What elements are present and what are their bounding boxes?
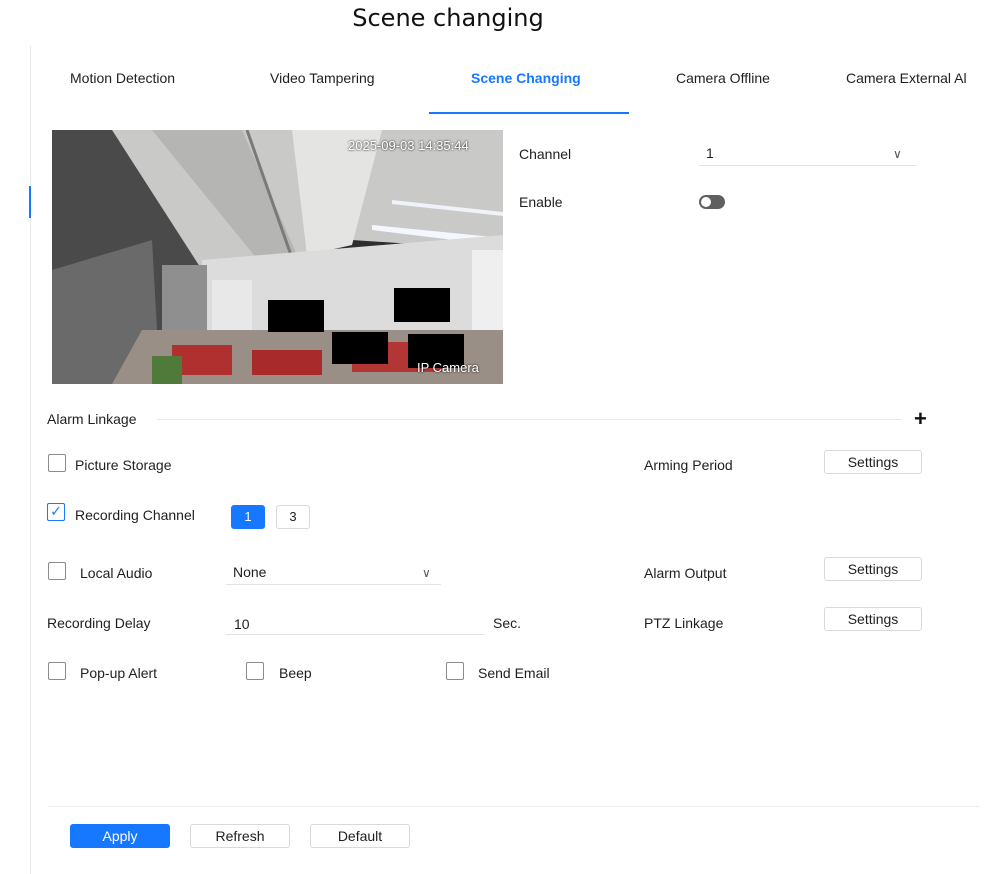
section-divider <box>157 419 901 420</box>
camera-preview: 2025-09-03 14:35:44 IP Camera <box>52 130 503 384</box>
enable-label: Enable <box>519 194 563 210</box>
recording-channel-chip-1[interactable]: 1 <box>231 505 265 529</box>
preview-timestamp: 2025-09-03 14:35:44 <box>348 138 469 153</box>
checkmark-icon: ✓ <box>50 503 62 519</box>
alarm-output-settings-button[interactable]: Settings <box>824 557 922 581</box>
picture-storage-label: Picture Storage <box>75 457 172 473</box>
recording-delay-value: 10 <box>234 616 250 632</box>
local-audio-select-value: None <box>233 564 267 580</box>
camera-scene-image <box>52 130 503 384</box>
tab-camera-external-ai[interactable]: Camera External Al <box>846 70 967 86</box>
chevron-down-icon: ∨ <box>893 147 902 161</box>
apply-button[interactable]: Apply <box>70 824 170 848</box>
preview-camera-name: IP Camera <box>417 360 479 375</box>
active-tab-indicator <box>429 112 629 114</box>
recording-delay-label: Recording Delay <box>47 615 151 631</box>
tab-video-tampering[interactable]: Video Tampering <box>270 70 375 86</box>
recording-channel-chip-3[interactable]: 3 <box>276 505 310 529</box>
refresh-button[interactable]: Refresh <box>190 824 290 848</box>
channel-select-value: 1 <box>706 145 714 161</box>
ptz-linkage-settings-button[interactable]: Settings <box>824 607 922 631</box>
local-audio-label: Local Audio <box>80 565 153 581</box>
local-audio-select[interactable]: None ∨ <box>226 559 441 585</box>
recording-channel-checkbox[interactable]: ✓ <box>47 503 65 521</box>
arming-period-label: Arming Period <box>644 457 733 473</box>
left-rail-active-marker <box>29 186 31 218</box>
arming-period-settings-button[interactable]: Settings <box>824 450 922 474</box>
local-audio-checkbox[interactable] <box>48 562 66 580</box>
popup-alert-label: Pop-up Alert <box>80 665 158 681</box>
channel-label: Channel <box>519 146 572 162</box>
send-email-label: Send Email <box>478 665 550 681</box>
beep-label: Beep <box>279 665 312 681</box>
tab-scene-changing[interactable]: Scene Changing <box>471 70 581 86</box>
picture-storage-checkbox[interactable] <box>48 454 66 472</box>
tab-camera-offline[interactable]: Camera Offline <box>676 70 770 86</box>
footer-divider <box>48 806 980 807</box>
recording-delay-input[interactable]: 10 <box>226 609 484 635</box>
enable-toggle[interactable] <box>699 195 725 209</box>
plus-icon[interactable]: + <box>914 408 927 430</box>
page-title: Scene changing <box>352 4 544 32</box>
chevron-down-icon: ∨ <box>422 566 431 580</box>
default-button[interactable]: Default <box>310 824 410 848</box>
channel-select[interactable]: 1 ∨ <box>699 140 916 166</box>
left-rail-divider <box>30 46 31 874</box>
send-email-checkbox[interactable] <box>446 662 464 680</box>
alarm-output-label: Alarm Output <box>644 565 727 581</box>
tab-motion-detection[interactable]: Motion Detection <box>70 70 175 86</box>
popup-alert-checkbox[interactable] <box>48 662 66 680</box>
recording-delay-unit: Sec. <box>493 615 522 631</box>
alarm-linkage-title: Alarm Linkage <box>47 411 137 427</box>
ptz-linkage-label: PTZ Linkage <box>644 615 724 631</box>
recording-channel-label: Recording Channel <box>75 507 195 523</box>
beep-checkbox[interactable] <box>246 662 264 680</box>
toggle-knob <box>701 197 711 207</box>
